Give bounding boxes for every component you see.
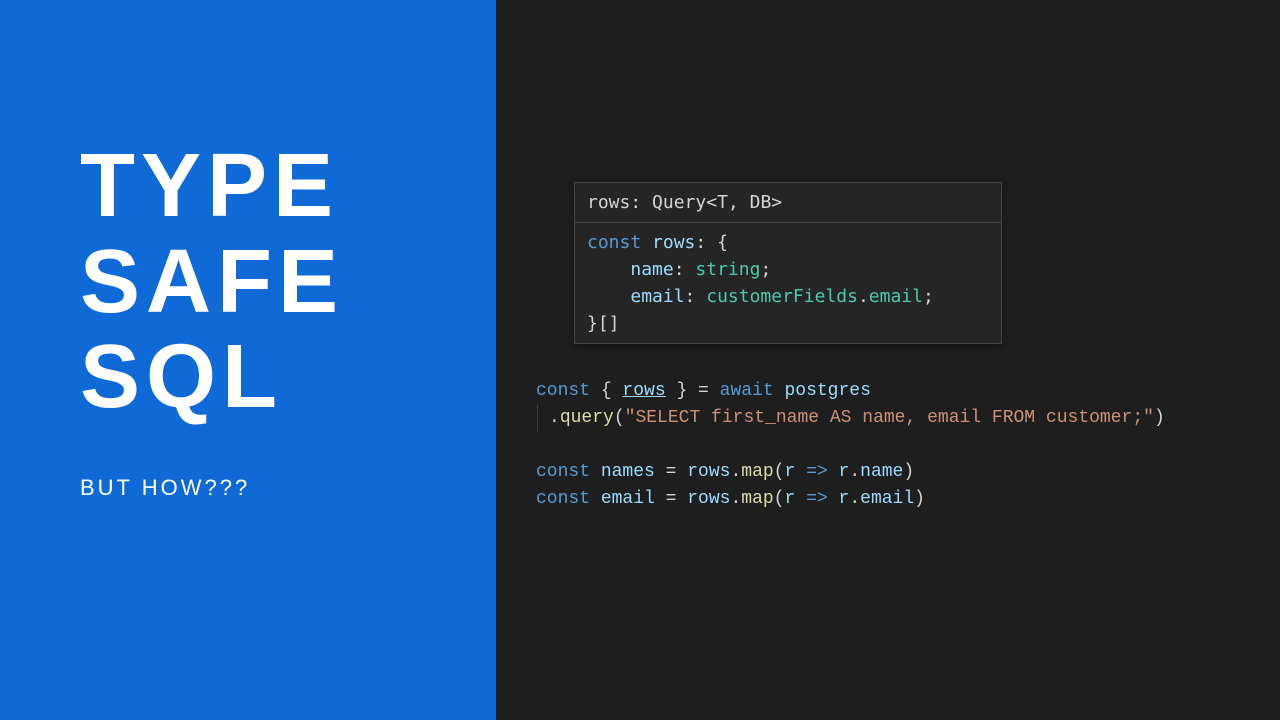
code-token: =>: [806, 489, 828, 509]
code-token: r: [839, 462, 850, 482]
code-token: :: [630, 192, 652, 213]
code-token: :: [674, 259, 696, 280]
code-token: rows: [587, 192, 630, 213]
code-token: } =: [666, 381, 720, 401]
code-token: [828, 462, 839, 482]
code-token: email: [869, 286, 923, 307]
code-token: rows: [687, 462, 730, 482]
slide-title: TYPE SAFE SQL: [80, 140, 496, 427]
code-token: =: [655, 489, 687, 509]
code-token: "SELECT first_name AS name, email FROM c…: [625, 408, 1154, 428]
code-line: [536, 432, 1165, 459]
code-token: .: [730, 462, 741, 482]
code-token: :: [685, 286, 707, 307]
code-token: rows: [687, 489, 730, 509]
code-token: name: [630, 259, 673, 280]
code-token: T: [717, 192, 728, 213]
code-token: await: [720, 381, 785, 401]
code-token: email: [601, 489, 655, 509]
hover-body: const rows: { name: string; email: custo…: [575, 222, 1001, 343]
code-token: map: [741, 462, 773, 482]
code-token: >: [771, 192, 782, 213]
title-line-1: TYPE: [80, 140, 496, 234]
code-token: rows: [652, 232, 695, 253]
hover-line: email: customerFields.email;: [587, 283, 989, 310]
code-token: ): [1154, 408, 1165, 428]
code-token: map: [741, 489, 773, 509]
code-token: email: [630, 286, 684, 307]
code-token: [795, 462, 806, 482]
code-token: const: [536, 489, 601, 509]
code-token: r: [784, 489, 795, 509]
code-token: customerFields: [706, 286, 858, 307]
code-token: name: [860, 462, 903, 482]
code-token: ): [914, 489, 925, 509]
hover-header: rows: Query<T, DB>: [575, 183, 1001, 222]
code-token: DB: [750, 192, 772, 213]
code-token: .: [849, 489, 860, 509]
code-line: const { rows } = await postgres: [536, 378, 1165, 405]
slide-subtitle: BUT HOW???: [80, 475, 496, 501]
code-token: r: [784, 462, 795, 482]
code-line: const email = rows.map(r => r.email): [536, 486, 1165, 513]
code-token: postgres: [784, 381, 870, 401]
title-line-2: SAFE: [80, 236, 496, 330]
code-token: (: [774, 462, 785, 482]
code-token: =>: [806, 462, 828, 482]
code-token: Query: [652, 192, 706, 213]
code-token: .: [549, 408, 560, 428]
code-token: [795, 489, 806, 509]
code-token: (: [774, 489, 785, 509]
title-panel: TYPE SAFE SQL BUT HOW???: [0, 0, 496, 720]
code-token: const: [536, 381, 601, 401]
code-token: query: [560, 408, 614, 428]
type-hover-tooltip: rows: Query<T, DB> const rows: { name: s…: [574, 182, 1002, 344]
code-token: [587, 286, 630, 307]
code-token: [587, 259, 630, 280]
code-token: r: [839, 489, 850, 509]
code-token: ;: [923, 286, 934, 307]
code-token: {: [601, 381, 623, 401]
code-token: (: [614, 408, 625, 428]
code-token: names: [601, 462, 655, 482]
code-token: }[]: [587, 313, 620, 334]
code-line: const names = rows.map(r => r.name): [536, 459, 1165, 486]
code-token: [828, 489, 839, 509]
code-token: ;: [760, 259, 771, 280]
slide: TYPE SAFE SQL BUT HOW??? rows: Query<T, …: [0, 0, 1280, 720]
code-block: const { rows } = await postgres.query("S…: [536, 378, 1165, 513]
code-token: <: [706, 192, 717, 213]
hover-line: name: string;: [587, 256, 989, 283]
code-line: .query("SELECT first_name AS name, email…: [536, 405, 1165, 432]
code-token: =: [655, 462, 687, 482]
title-line-3: SQL: [80, 331, 496, 425]
code-token: ): [903, 462, 914, 482]
code-token: const: [536, 462, 601, 482]
code-token: ,: [728, 192, 750, 213]
code-editor-panel: rows: Query<T, DB> const rows: { name: s…: [496, 0, 1280, 720]
code-token: : {: [695, 232, 728, 253]
code-token: .: [849, 462, 860, 482]
hover-line: }[]: [587, 310, 989, 337]
code-token: rows: [622, 381, 665, 401]
code-token: .: [858, 286, 869, 307]
hover-line: const rows: {: [587, 229, 989, 256]
indent-guide: [537, 405, 549, 432]
code-token: const: [587, 232, 652, 253]
code-token: .: [730, 489, 741, 509]
code-token: email: [860, 489, 914, 509]
code-token: string: [695, 259, 760, 280]
